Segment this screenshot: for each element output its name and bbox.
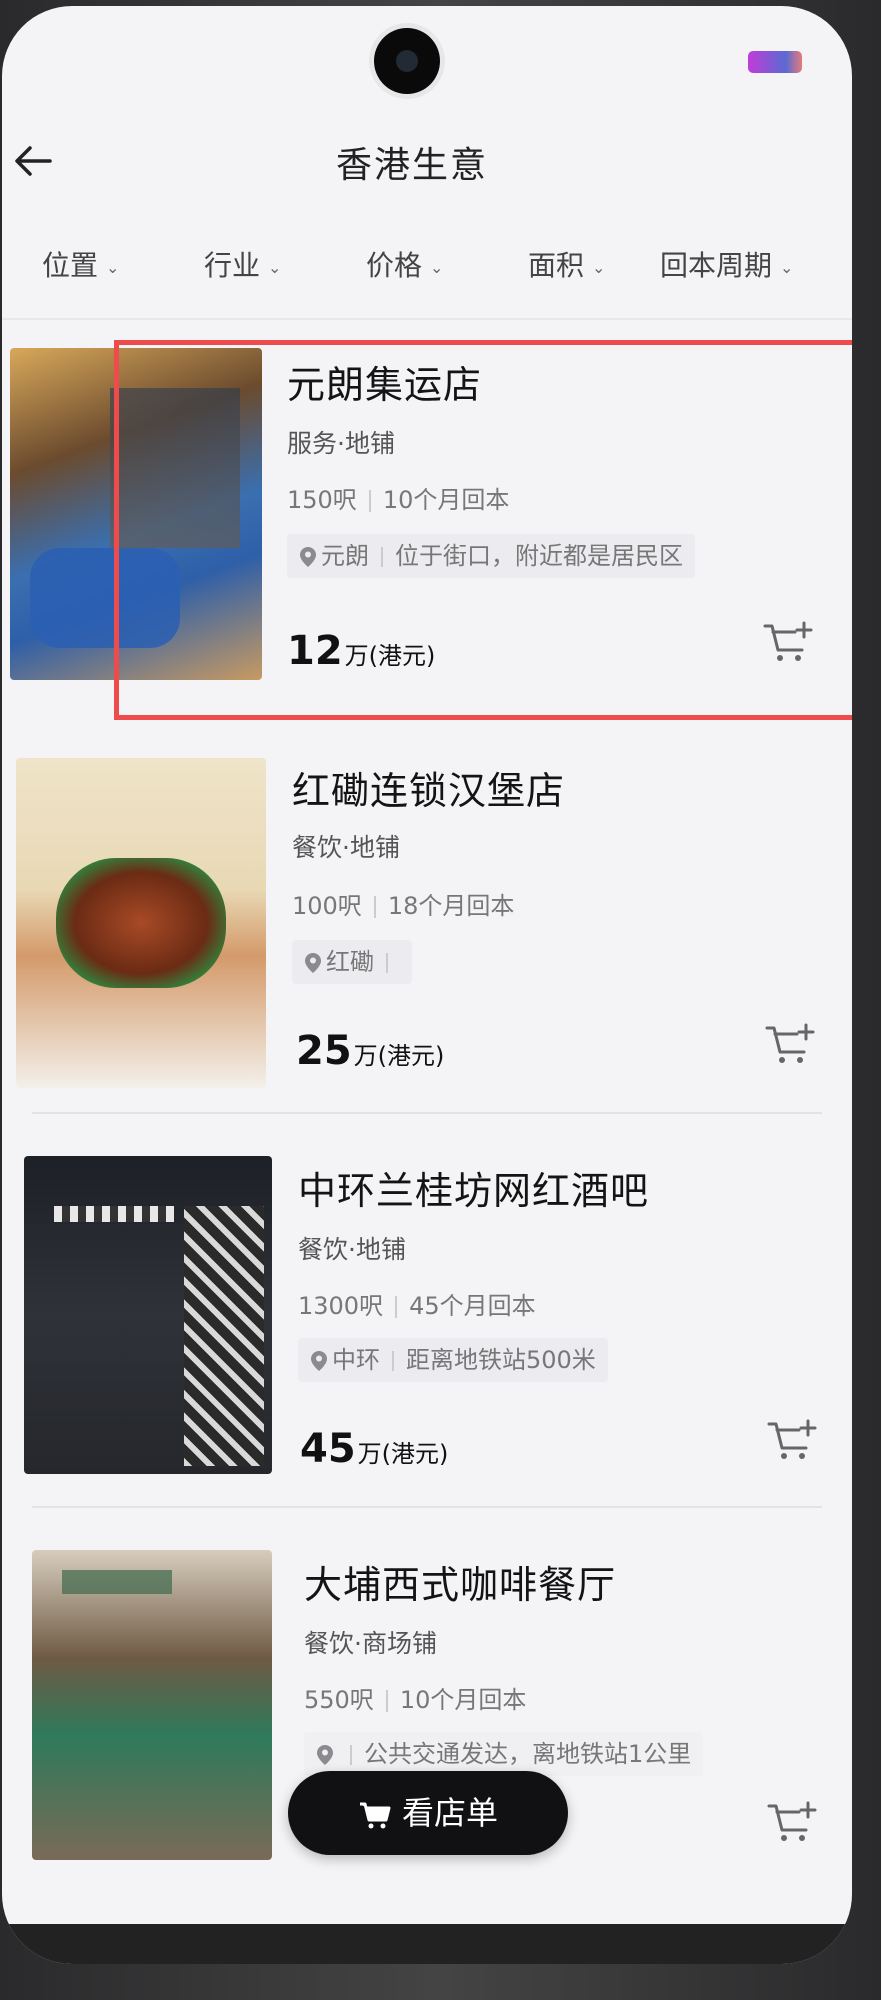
listing-price: 25万(港元) [296,1028,444,1074]
listing-note: 公共交通发达，离地铁站1公里 [364,1740,692,1768]
listing-meta: 150呎 10个月回本 [287,480,509,515]
photo-burger [56,858,226,988]
view-list-button[interactable]: 看店单 [288,1771,568,1855]
listing-note: 位于街口，附近都是居民区 [395,542,683,570]
location-pin-icon [300,547,316,567]
photo-bottles [54,1206,174,1222]
filter-payback[interactable]: 回本周期 ⌄ [660,244,793,284]
listing-category: 餐饮·商场铺 [304,1629,437,1658]
listing-location: 公共交通发达，离地铁站1公里 [304,1732,704,1776]
filter-industry-label: 行业 [204,249,261,282]
add-to-cart-icon[interactable] [762,620,814,664]
listing-area: 550呎 [304,1686,374,1714]
listing-price: 12万(港元) [287,628,435,674]
listing-card[interactable]: 中环兰桂坊网红酒吧 餐饮·地铺 1300呎 45个月回本 中环 距离地铁站500米 … [2,1152,852,1492]
listing-photo [16,758,266,1088]
add-to-cart-icon[interactable] [766,1800,818,1844]
filter-location-label: 位置 [42,249,99,282]
listing-payback: 10个月回本 [382,486,510,514]
location-separator [381,547,383,567]
listing-meta: 550呎 10个月回本 [304,1680,526,1715]
photo-pattern-wall [184,1206,264,1466]
filter-industry[interactable]: 行业 ⌄ [204,244,281,284]
listing-payback: 45个月回本 [409,1292,536,1320]
filter-area[interactable]: 面积 ⌄ [528,244,605,284]
filter-price-label: 价格 [366,249,423,282]
listing-photo [10,348,262,680]
screen: 香港生意 位置 ⌄ 行业 ⌄ 价格 ⌄ 面积 ⌄ 回本周期 ⌄ 元朗集运店 服务·地铺 1… [2,6,852,1964]
divider [2,318,852,320]
listing-area: 1300呎 [298,1292,384,1320]
listing-location: 中环 距离地铁站500米 [298,1338,608,1382]
app-header: 香港生意 [2,116,852,196]
chevron-down-icon: ⌄ [268,257,282,277]
listing-title: 红磡连锁汉堡店 [292,769,566,813]
add-to-cart-icon[interactable] [764,1022,816,1066]
listing-note: 距离地铁站500米 [406,1346,596,1374]
listing-district: 中环 [332,1346,380,1374]
listing-category: 餐饮·地铺 [292,833,400,862]
listing-title: 大埔西式咖啡餐厅 [304,1563,617,1607]
price-value: 45 [300,1426,356,1472]
filter-price[interactable]: 价格 ⌄ [366,244,443,284]
listing-district: 元朗 [321,542,369,570]
listing-district: 红磡 [326,948,374,976]
listing-title: 中环兰桂坊网红酒吧 [298,1169,650,1213]
view-list-label: 看店单 [401,1794,498,1832]
location-separator [392,1351,394,1371]
price-unit: 万(港元) [344,642,436,670]
listing-card[interactable]: 元朗集运店 服务·地铺 150呎 10个月回本 元朗 位于街口，附近都是居民区 12… [2,336,852,726]
chevron-down-icon: ⌄ [592,257,606,277]
listing-photo [32,1550,272,1860]
filter-area-label: 面积 [528,249,585,282]
filter-location[interactable]: 位置 ⌄ [42,244,119,284]
photo-sign [62,1570,172,1594]
chevron-down-icon: ⌄ [430,257,444,277]
listing-meta: 100呎 18个月回本 [292,886,514,921]
photo-shelf [110,388,240,548]
add-to-cart-icon[interactable] [766,1418,818,1462]
front-camera [374,28,440,94]
page-title: 香港生意 [335,145,488,186]
listing-category: 服务·地铺 [287,429,395,458]
phone-frame: 香港生意 位置 ⌄ 行业 ⌄ 价格 ⌄ 面积 ⌄ 回本周期 ⌄ 元朗集运店 服务·地铺 1… [0,0,881,2000]
meta-separator [385,1690,388,1712]
listing-location: 元朗 位于街口，附近都是居民区 [287,534,695,578]
price-unit: 万(港元) [353,1042,445,1070]
chevron-down-icon: ⌄ [106,257,120,277]
photo-parcels [30,548,180,648]
listing-price: 45万(港元) [300,1426,448,1472]
price-value: 25 [296,1028,352,1074]
meta-separator [395,1296,398,1318]
divider [32,1112,822,1114]
filter-bar: 位置 ⌄ 行业 ⌄ 价格 ⌄ 面积 ⌄ 回本周期 ⌄ [2,236,852,296]
divider [32,1506,822,1508]
location-separator [350,1745,352,1765]
cart-icon [359,1802,391,1829]
listing-location: 红磡 [292,940,412,984]
location-pin-icon [317,1745,333,1765]
listing-category: 餐饮·地铺 [298,1235,406,1264]
listing-meta: 1300呎 45个月回本 [298,1286,536,1321]
bottom-bezel [2,1924,852,1964]
listing-area: 150呎 [287,486,357,514]
meta-separator [373,896,376,918]
chevron-down-icon: ⌄ [780,257,794,277]
price-value: 12 [287,628,343,674]
filter-payback-label: 回本周期 [660,249,773,282]
listing-payback: 18个月回本 [387,892,515,920]
location-pin-icon [311,1351,327,1371]
listing-payback: 10个月回本 [399,1686,527,1714]
battery-icon [748,51,802,73]
location-pin-icon [305,953,321,973]
location-separator [386,953,388,973]
listing-title: 元朗集运店 [287,363,483,407]
meta-separator [368,490,371,512]
listing-photo [24,1156,272,1474]
price-unit: 万(港元) [357,1440,449,1468]
listing-area: 100呎 [292,892,362,920]
listing-card[interactable]: 红磡连锁汉堡店 餐饮·地铺 100呎 18个月回本 红磡 25万(港元) [2,748,852,1108]
